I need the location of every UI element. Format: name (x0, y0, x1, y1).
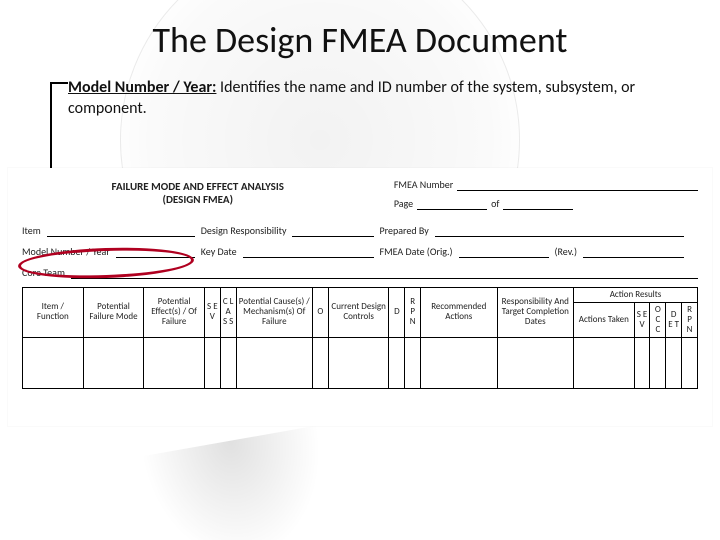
col-potential-causes: Potential Cause(s) / Mechanism(s) Of Fai… (236, 288, 312, 338)
col-item-function: Item / Function (23, 288, 84, 338)
field-description-lead: Model Number / Year: (68, 78, 216, 97)
col-rpn: R P N (405, 288, 421, 338)
col-ar-rpn: R P N (682, 302, 698, 337)
blank-model-number-year (116, 246, 195, 258)
slide: The Design FMEA Document Model Number / … (0, 0, 720, 540)
blank-key-date (243, 246, 374, 258)
col-recommended-actions: Recommended Actions (421, 288, 497, 338)
col-ar-det: D E T (666, 302, 682, 337)
label-item: Item (22, 224, 41, 237)
label-key-date: Key Date (201, 245, 237, 258)
form-heading-line2: (DESIGN FMEA) (22, 193, 374, 206)
blank-item (47, 225, 195, 237)
blank-core-team (71, 267, 698, 279)
label-prepared-by: Prepared By (380, 224, 429, 237)
col-responsibility-target: Responsibility And Target Completion Dat… (497, 288, 573, 338)
label-page: Page (394, 197, 413, 210)
label-rev: (Rev.) (555, 245, 577, 258)
col-actions-taken: Actions Taken (573, 302, 634, 337)
label-of: of (491, 197, 499, 210)
col-potential-effects: Potential Effect(s) / Of Failure (144, 288, 205, 338)
label-fmea-number: FMEA Number (394, 178, 453, 191)
blank-page-from (417, 198, 487, 210)
col-sev: S E V (204, 288, 220, 338)
col-action-results: Action Results (573, 288, 697, 303)
col-d: D (389, 288, 405, 338)
label-core-team: Core Team (22, 266, 65, 279)
fmea-table: Item / Function Potential Failure Mode P… (22, 287, 698, 389)
col-current-design-controls: Current Design Controls (328, 288, 389, 338)
fmea-form: FAILURE MODE AND EFFECT ANALYSIS (DESIGN… (8, 168, 712, 426)
col-potential-failure-mode: Potential Failure Mode (83, 288, 144, 338)
blank-fmea-number (457, 179, 698, 191)
blank-fmea-date (459, 246, 549, 258)
col-ar-occ: O C C (650, 302, 666, 337)
blank-page-to (503, 198, 573, 210)
col-ar-sev: S E V (634, 302, 650, 337)
field-description: Model Number / Year: Identifies the name… (68, 78, 640, 120)
label-model-number-year: Model Number / Year (22, 245, 110, 258)
blank-rev (583, 246, 684, 258)
slide-title: The Design FMEA Document (0, 18, 720, 62)
col-class: C L A S S (220, 288, 236, 338)
blank-prepared-by (435, 225, 684, 237)
label-fmea-date: FMEA Date (Orig.) (380, 245, 453, 258)
col-o: O (313, 288, 329, 338)
table-row (23, 337, 698, 388)
form-heading: FAILURE MODE AND EFFECT ANALYSIS (DESIGN… (22, 178, 374, 216)
label-design-responsibility: Design Responsibility (201, 224, 287, 237)
blank-design-responsibility (292, 225, 373, 237)
form-heading-line1: FAILURE MODE AND EFFECT ANALYSIS (22, 180, 374, 193)
callout-line (50, 82, 68, 84)
